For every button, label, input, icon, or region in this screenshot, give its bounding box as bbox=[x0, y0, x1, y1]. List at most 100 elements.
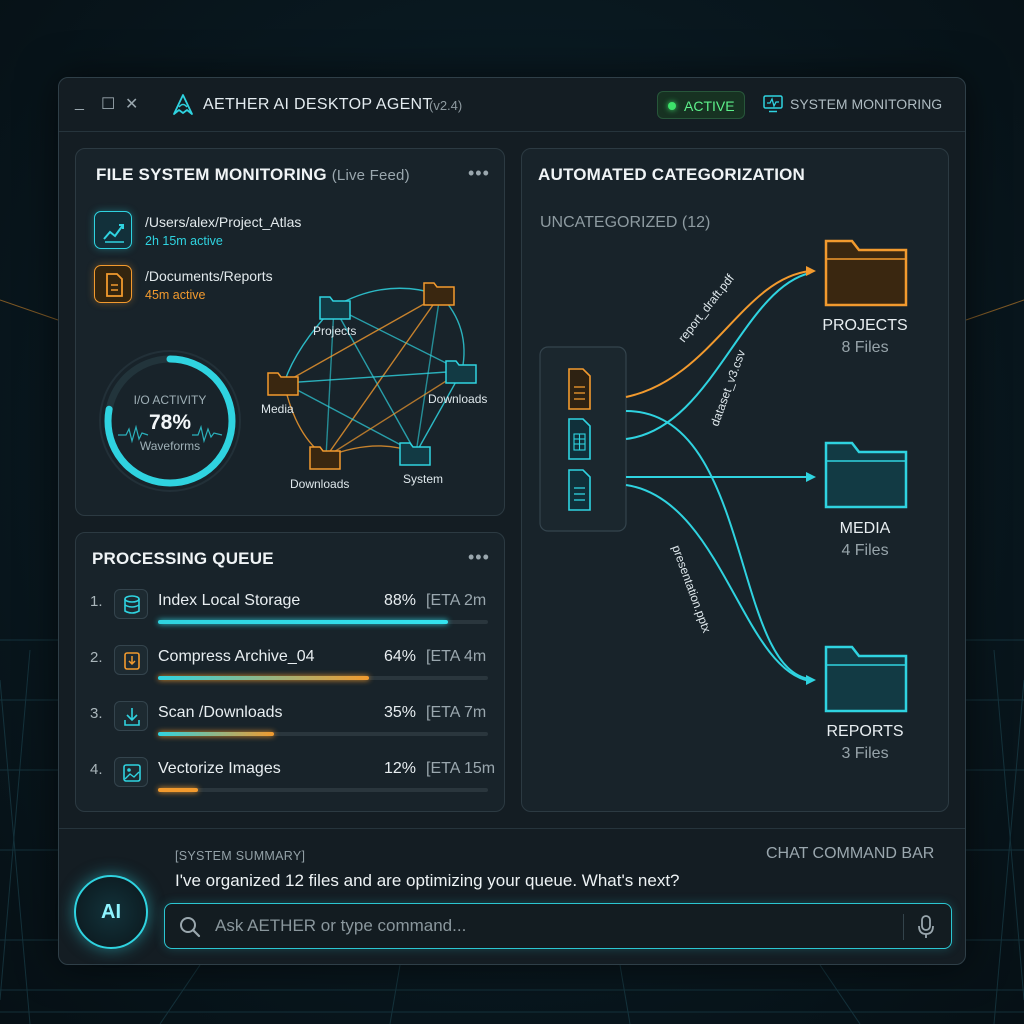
command-input[interactable] bbox=[215, 912, 895, 940]
category-name[interactable]: MEDIA bbox=[805, 520, 925, 538]
system-summary-label: [SYSTEM SUMMARY] bbox=[175, 849, 306, 863]
file-system-monitoring-panel: FILE SYSTEM MONITORING (Live Feed) ••• /… bbox=[75, 148, 505, 516]
category-count: 4 Files bbox=[841, 542, 889, 559]
queue-item-percent: 35% bbox=[384, 704, 417, 721]
title-bar: _ ☐ ✕ AETHER AI DESKTOP AGENT (v2.4) ACT… bbox=[59, 78, 965, 132]
node-label: Projects bbox=[313, 324, 356, 338]
fs-title: FILE SYSTEM MONITORING bbox=[96, 165, 327, 184]
aether-logo-icon bbox=[173, 94, 193, 115]
status-label: ACTIVE bbox=[684, 98, 735, 114]
progress-track bbox=[158, 620, 488, 624]
folder-node-media[interactable]: Media bbox=[261, 372, 299, 416]
watched-path-duration: 2h 15m active bbox=[145, 234, 223, 248]
spreadsheet-file-icon[interactable] bbox=[568, 418, 591, 460]
folder-node-downloads[interactable]: Downloads bbox=[428, 360, 487, 406]
queue-item[interactable]: 4. Vectorize Images 12% [ETA 15m bbox=[76, 757, 504, 813]
category-name[interactable]: PROJECTS bbox=[805, 317, 925, 335]
queue-item-eta: [ETA 15m bbox=[426, 760, 496, 777]
app-version: (v2.4) bbox=[429, 98, 463, 113]
system-summary-message: I've organized 12 files and are optimizi… bbox=[175, 871, 680, 890]
search-icon bbox=[180, 917, 201, 938]
document-icon bbox=[94, 265, 132, 303]
more-options-button[interactable]: ••• bbox=[468, 163, 490, 184]
chat-command-bar: AI [SYSTEM SUMMARY] I've organized 12 fi… bbox=[59, 828, 965, 964]
queue-item-number: 3. bbox=[90, 705, 103, 722]
watched-path[interactable]: /Documents/Reports bbox=[145, 268, 273, 284]
queue-item[interactable]: 3. Scan /Downloads 35% [ETA 7m bbox=[76, 701, 504, 757]
watched-path-duration: 45m active bbox=[145, 288, 206, 302]
close-button[interactable]: ✕ bbox=[125, 94, 138, 114]
queue-item-name: Index Local Storage bbox=[158, 592, 301, 609]
chart-icon bbox=[94, 211, 132, 249]
progress-fill bbox=[158, 788, 198, 792]
status-dot-icon bbox=[668, 102, 676, 110]
maximize-button[interactable]: ☐ bbox=[101, 94, 115, 114]
ai-avatar-label: AI bbox=[101, 901, 121, 923]
fs-subtitle: (Live Feed) bbox=[331, 167, 410, 184]
queue-item-number: 4. bbox=[90, 761, 103, 778]
queue-item[interactable]: 1. Index Local Storage 88% [ETA 2m bbox=[76, 589, 504, 645]
node-label: Downloads bbox=[428, 392, 487, 406]
flow-file-label: presentation.pptx bbox=[669, 543, 714, 634]
progress-track bbox=[158, 732, 488, 736]
divider bbox=[903, 914, 904, 940]
app-window: _ ☐ ✕ AETHER AI DESKTOP AGENT (v2.4) ACT… bbox=[58, 77, 966, 965]
progress-fill bbox=[158, 676, 370, 680]
folder-network-graph: Projects Media Downloads Downloads Syste… bbox=[261, 282, 487, 491]
flow-file-label: report_draft.pdf bbox=[675, 271, 737, 345]
status-badge: ACTIVE bbox=[657, 91, 745, 119]
image-icon bbox=[114, 757, 148, 787]
node-label: Downloads bbox=[290, 477, 349, 491]
watched-path[interactable]: /Users/alex/Project_Atlas bbox=[145, 214, 301, 230]
app-title: AETHER AI DESKTOP AGENT bbox=[203, 96, 433, 113]
progress-fill bbox=[158, 732, 274, 736]
queue-item-eta: [ETA 2m bbox=[426, 592, 487, 609]
folder-node-system[interactable]: System bbox=[399, 442, 443, 486]
flow-file-label: dataset_v3.csv bbox=[708, 348, 749, 428]
categorization-flow: report_draft.pdf dataset_v3.csv presenta… bbox=[539, 239, 908, 713]
queue-item-percent: 88% bbox=[384, 592, 417, 609]
category-name[interactable]: REPORTS bbox=[805, 723, 925, 741]
archive-icon bbox=[114, 645, 148, 675]
queue-item-percent: 64% bbox=[384, 648, 417, 665]
more-options-button[interactable]: ••• bbox=[468, 547, 490, 568]
category-count: 3 Files bbox=[841, 745, 889, 762]
queue-item-percent: 12% bbox=[384, 760, 417, 777]
category-count: 8 Files bbox=[841, 339, 889, 356]
progress-track bbox=[158, 676, 488, 680]
folder-node-downloads[interactable]: Downloads bbox=[290, 446, 349, 491]
queue-item-number: 2. bbox=[90, 649, 103, 666]
queue-item-name: Vectorize Images bbox=[158, 760, 281, 777]
document-file-icon[interactable] bbox=[568, 469, 591, 511]
minimize-button[interactable]: _ bbox=[75, 94, 84, 112]
media-folder-icon[interactable] bbox=[824, 441, 908, 509]
progress-fill bbox=[158, 620, 449, 624]
database-icon bbox=[114, 589, 148, 619]
panel-title: FILE SYSTEM MONITORING (Live Feed) bbox=[96, 165, 410, 185]
ai-avatar[interactable]: AI bbox=[74, 875, 148, 949]
progress-track bbox=[158, 788, 488, 792]
queue-item-eta: [ETA 7m bbox=[426, 704, 487, 721]
system-monitoring-link[interactable]: SYSTEM MONITORING bbox=[790, 96, 942, 112]
processing-queue-panel: PROCESSING QUEUE ••• 1. Index Local Stora… bbox=[75, 532, 505, 812]
queue-item[interactable]: 2. Compress Archive_04 64% [ETA 4m bbox=[76, 645, 504, 701]
queue-list: 1. Index Local Storage 88% [ETA 2m 2. Compres… bbox=[76, 589, 506, 809]
io-activity-gauge: I/O ACTIVITY 78% Waveforms bbox=[96, 347, 244, 495]
queue-item-eta: [ETA 4m bbox=[426, 648, 487, 665]
gauge-value: 78% bbox=[148, 411, 192, 434]
node-label: Media bbox=[261, 402, 294, 416]
gauge-label: I/O ACTIVITY bbox=[133, 393, 207, 407]
folder-node-projects[interactable]: Projects bbox=[313, 296, 356, 338]
microphone-icon[interactable] bbox=[917, 915, 935, 939]
folder-node[interactable] bbox=[423, 282, 455, 306]
queue-title: PROCESSING QUEUE bbox=[92, 549, 274, 568]
monitor-icon[interactable] bbox=[763, 95, 783, 113]
queue-item-name: Scan /Downloads bbox=[158, 704, 283, 721]
gauge-sublabel: Waveforms bbox=[139, 439, 201, 453]
node-label: System bbox=[403, 472, 443, 486]
command-input-box[interactable] bbox=[164, 903, 952, 949]
projects-folder-icon[interactable] bbox=[824, 239, 908, 307]
reports-folder-icon[interactable] bbox=[824, 645, 908, 713]
automated-categorization-panel: AUTOMATED CATEGORIZATION UNCATEGORIZED (… bbox=[521, 148, 949, 812]
pdf-file-icon[interactable] bbox=[568, 368, 591, 410]
